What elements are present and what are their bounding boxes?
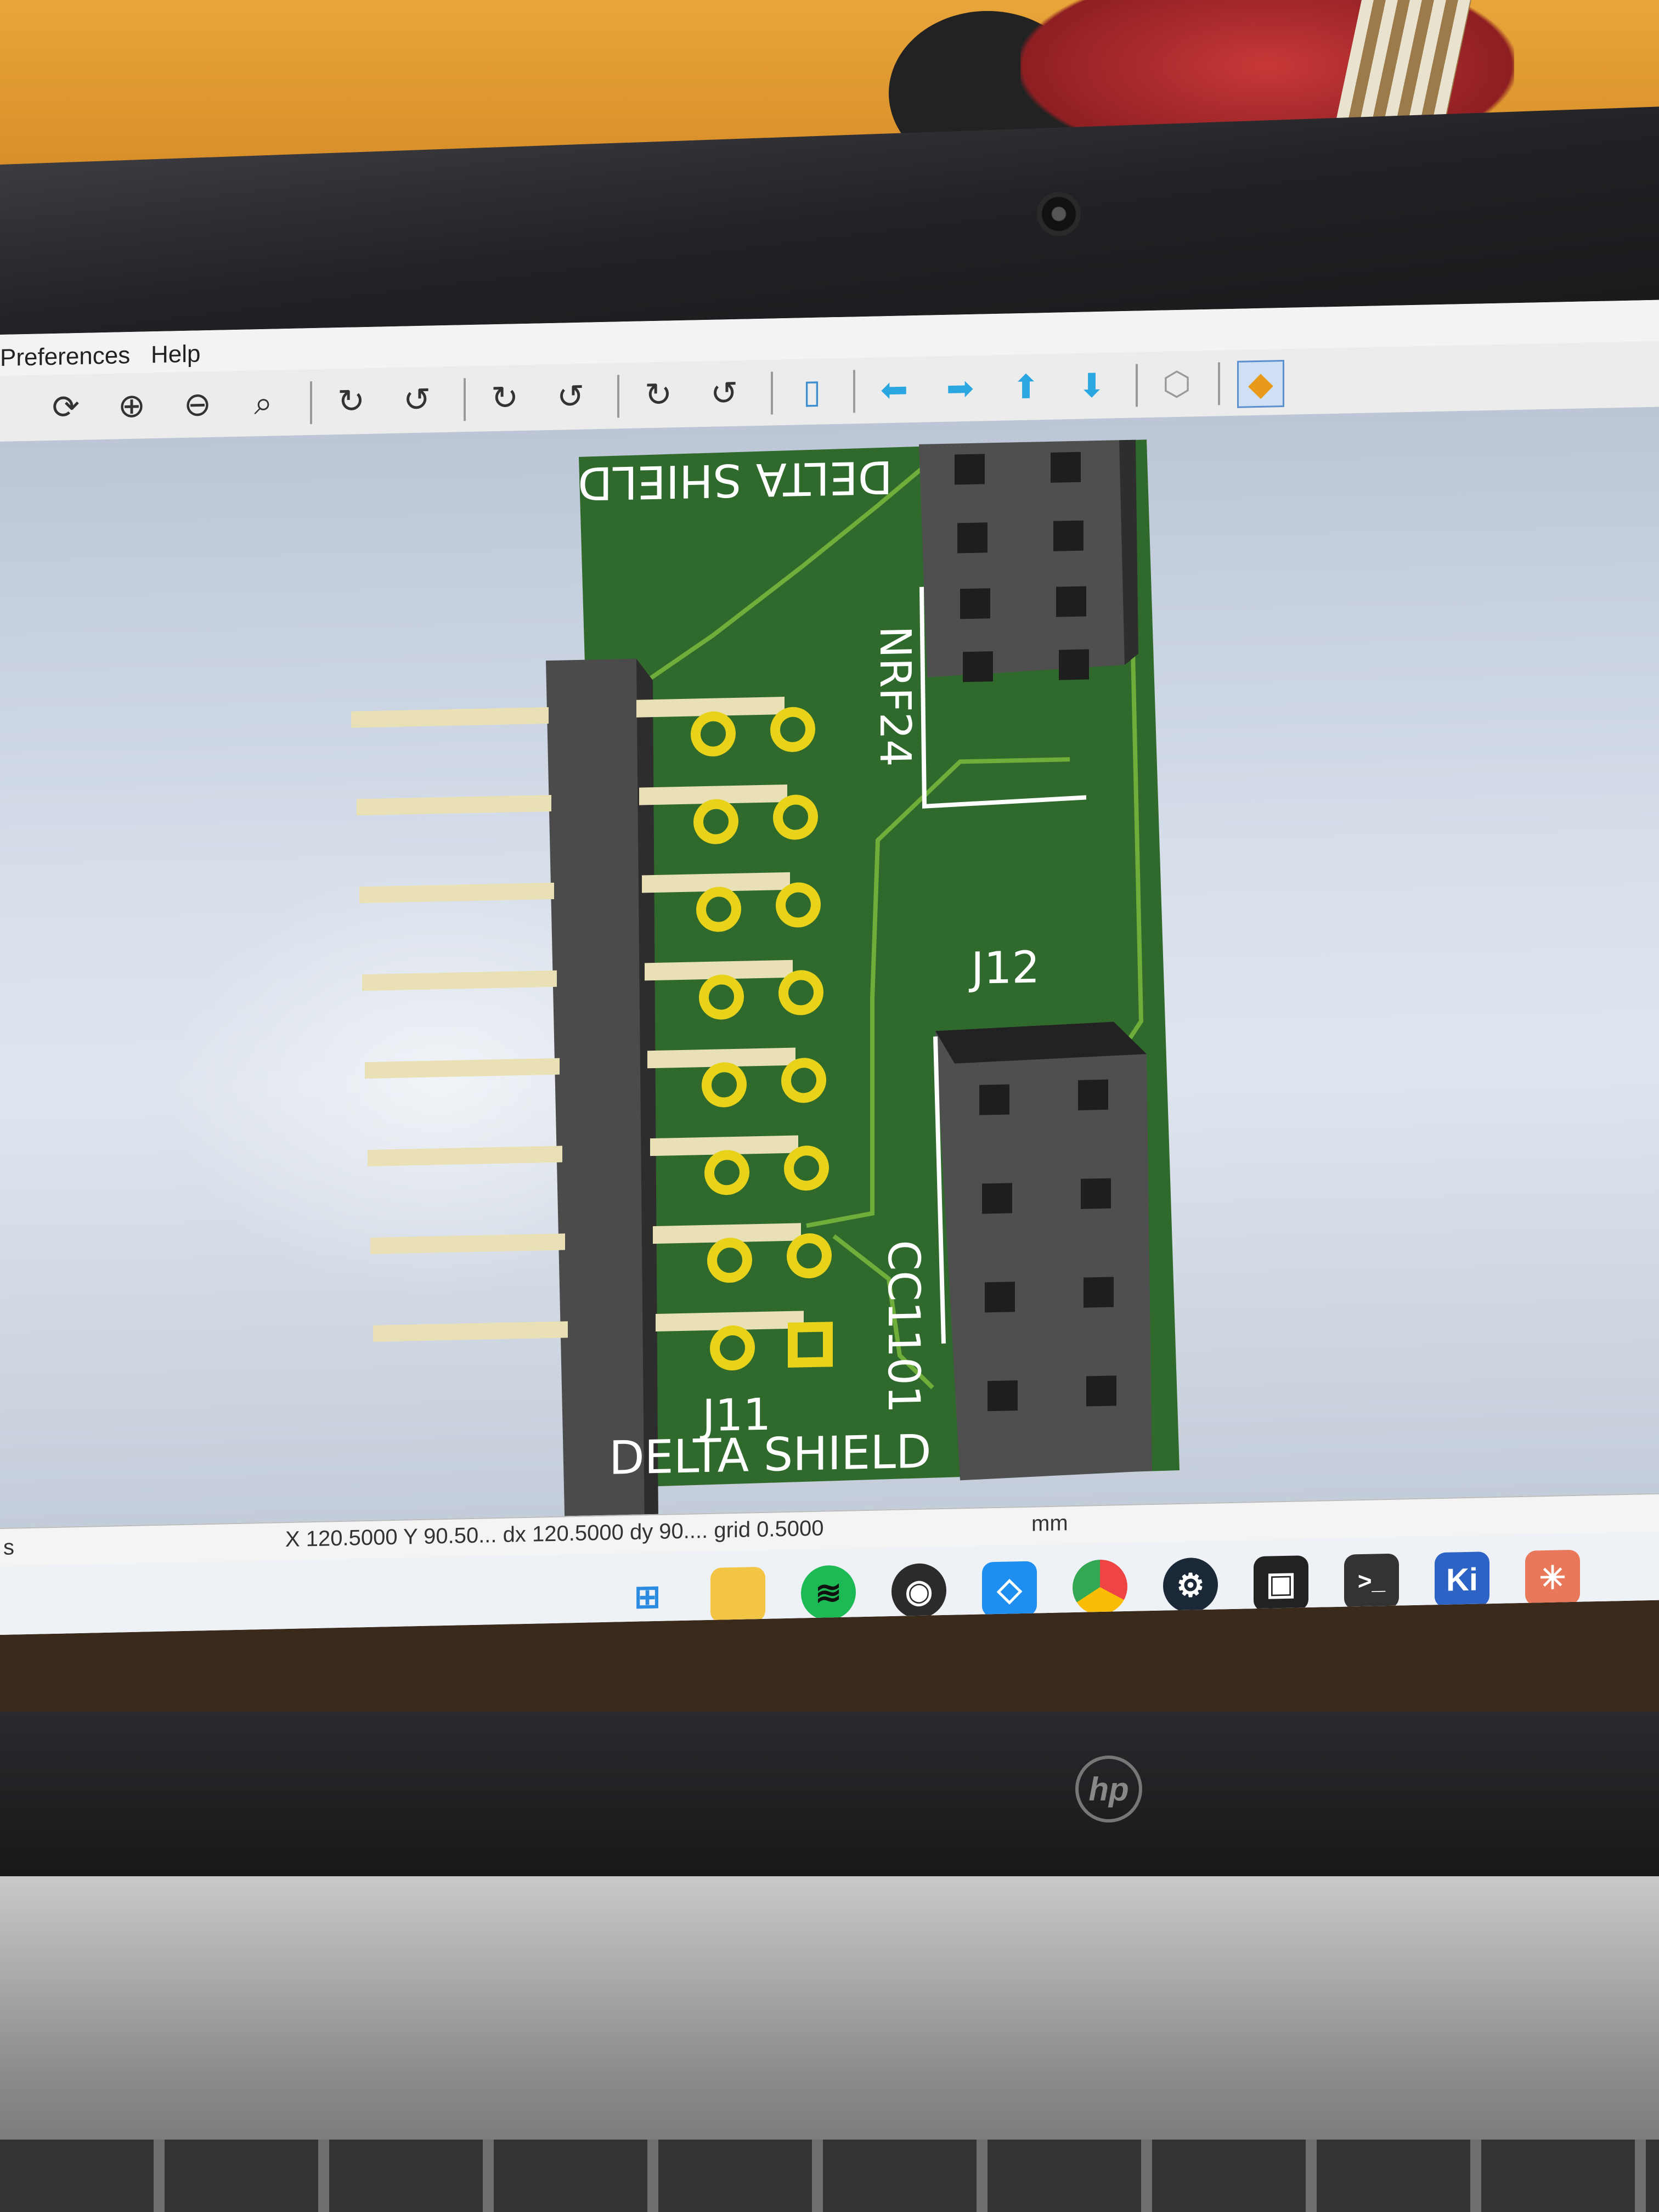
status-units: mm [1031, 1511, 1068, 1536]
steam-icon[interactable]: ⚙ [1163, 1557, 1218, 1613]
flip-board-icon[interactable]: ▯ [790, 369, 834, 414]
kicad-icon[interactable]: Ki [1435, 1551, 1489, 1608]
silkscreen-title-top: DELTA SHIELD [578, 450, 893, 509]
layers-icon[interactable]: ◆ [1237, 359, 1284, 408]
cc1101-header [935, 1022, 1152, 1481]
nrf24-header [919, 440, 1125, 678]
spotify-icon[interactable]: ≋ [801, 1565, 856, 1621]
file-explorer-icon[interactable] [710, 1566, 765, 1623]
claude-icon[interactable]: ✳ [1525, 1549, 1580, 1606]
silkscreen-title-bottom: DELTA SHIELD [609, 1424, 932, 1485]
rotate-x-ccw-icon[interactable]: ↺ [395, 377, 439, 422]
rotate-z-cw-icon[interactable]: ↻ [636, 373, 680, 417]
label-cc1101: CC1101 [878, 1240, 929, 1414]
toolbar-separator [1218, 362, 1220, 405]
toolbar-separator [464, 378, 466, 421]
toolbar-separator [853, 370, 855, 413]
zoom-in-icon[interactable]: ⊕ [110, 383, 154, 428]
zoom-out-icon[interactable]: ⊖ [176, 382, 219, 427]
pcb-render: DELTA SHIELD NRF24 J12 CC1101 J11 DELTA … [351, 439, 1180, 1528]
toolbar-separator [1136, 364, 1138, 407]
menu-preferences[interactable]: Preferences [0, 342, 130, 372]
orthographic-icon[interactable]: ⬡ [1155, 362, 1199, 407]
hp-logo: hp [1075, 1756, 1142, 1822]
rotate-x-cw-icon[interactable]: ↻ [329, 379, 373, 424]
toolbar-separator [617, 375, 619, 418]
rotate-y-cw-icon[interactable]: ↻ [483, 376, 527, 421]
toolbar-separator [771, 371, 773, 415]
windows-start-icon[interactable]: ⊞ [620, 1568, 675, 1624]
rotate-z-ccw-icon[interactable]: ↺ [702, 371, 746, 416]
laptop-bottom-bezel [0, 1712, 1659, 1876]
pan-down-icon[interactable]: ⬇ [1070, 363, 1114, 408]
refresh-icon[interactable]: ⟳ [44, 385, 88, 430]
terminal-icon[interactable]: >_ [1344, 1553, 1399, 1610]
rotate-y-ccw-icon[interactable]: ↺ [549, 374, 592, 419]
laptop-screen: Preferences Help ⟳ ⊕ ⊖ ⌕ ↻ ↺ ↻ ↺ ↻ ↺ ▯ ⬅… [0, 300, 1659, 1635]
pan-up-icon[interactable]: ⬆ [1004, 365, 1048, 410]
toolbar-separator [310, 381, 312, 425]
obs-icon[interactable]: ◉ [891, 1562, 946, 1619]
status-coords: X 120.5000 Y 90.50... dx 120.5000 dy 90.… [285, 1516, 824, 1552]
label-j12: J12 [968, 941, 1040, 994]
zoom-fit-icon[interactable]: ⌕ [241, 381, 285, 426]
pan-left-icon[interactable]: ⬅ [872, 368, 916, 413]
label-nrf24: NRF24 [870, 625, 919, 768]
menu-help[interactable]: Help [151, 340, 201, 369]
epic-icon[interactable]: ▣ [1254, 1555, 1308, 1612]
webcam [1037, 192, 1081, 236]
3d-viewer-canvas[interactable]: DELTA SHIELD NRF24 J12 CC1101 J11 DELTA … [0, 407, 1659, 1528]
keyboard-row [0, 2140, 1659, 2212]
roblox-icon[interactable]: ◇ [982, 1561, 1037, 1617]
chrome-icon[interactable] [1073, 1559, 1127, 1616]
status-left: s [3, 1535, 14, 1560]
pan-right-icon[interactable]: ➡ [938, 366, 982, 411]
